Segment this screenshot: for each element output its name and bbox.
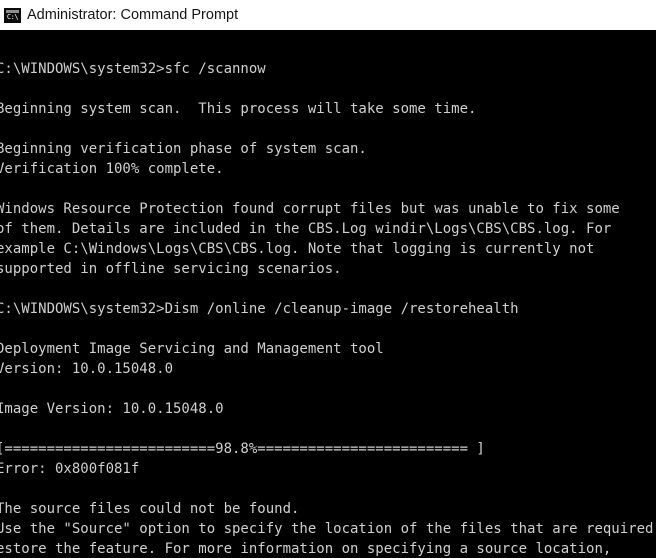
terminal-line: Version: 10.0.15048.0 — [0, 361, 174, 377]
terminal-line: Deployment Image Servicing and Managemen… — [0, 341, 384, 357]
terminal-line: [=========================98.8%=========… — [0, 441, 485, 457]
window-title: Administrator: Command Prompt — [27, 7, 239, 23]
terminal-line-container: C:\WINDOWS\system32>sfc /scannow Beginnin… — [0, 39, 656, 558]
terminal-line: estore the feature. For more information… — [0, 541, 612, 557]
window-titlebar[interactable]: C:\ Administrator: Command Prompt — [0, 0, 656, 30]
icon-prompt-glyph: C:\ — [6, 12, 19, 21]
command-prompt-window: C:\ Administrator: Command Prompt C:\WIN… — [0, 0, 656, 558]
terminal-line: Use the "Source" option to specify the l… — [0, 521, 656, 537]
terminal-line: example C:\Windows\Logs\CBS\CBS.log. Not… — [0, 241, 595, 257]
terminal-line: Beginning verification phase of system s… — [0, 141, 367, 157]
terminal-line: Error: 0x800f081f — [0, 461, 140, 477]
terminal-line: supported in offline servicing scenarios… — [0, 261, 342, 277]
terminal-output-area[interactable]: C:\WINDOWS\system32>sfc /scannow Beginnin… — [0, 30, 656, 558]
terminal-line: Beginning system scan. This process will… — [0, 101, 477, 117]
terminal-line: The source files could not be found. — [0, 501, 300, 517]
command-prompt-icon: C:\ — [4, 7, 21, 23]
terminal-line: of them. Details are included in the CBS… — [0, 221, 612, 237]
terminal-line: Image Version: 10.0.15048.0 — [0, 401, 224, 417]
terminal-line: C:\WINDOWS\system32>sfc /scannow — [0, 61, 266, 77]
terminal-line: Verification 100% complete. — [0, 161, 224, 177]
terminal-line: Windows Resource Protection found corrup… — [0, 201, 620, 217]
terminal-line: C:\WINDOWS\system32>Dism /online /cleanu… — [0, 301, 519, 317]
